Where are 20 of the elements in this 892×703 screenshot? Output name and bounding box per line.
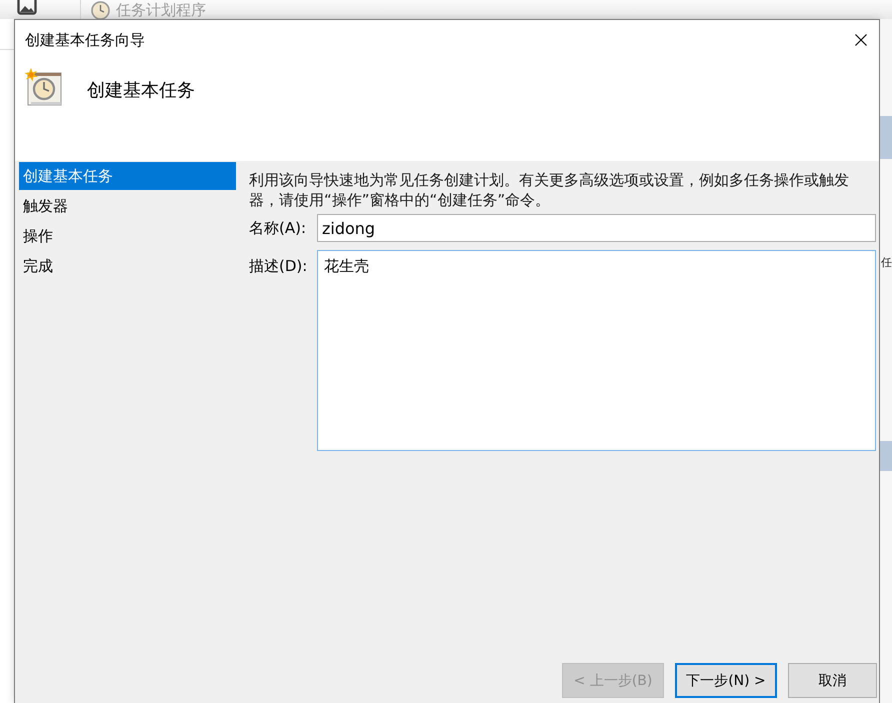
app-title: 任务计划程序 [116,2,206,19]
highlight-bar [880,441,892,471]
field-label: 名称(A): [249,218,308,238]
step-item[interactable]: 触发器 [19,192,236,220]
close-icon [855,34,867,46]
dialog-button[interactable]: 取消 [788,663,877,698]
dialog-title: 创建基本任务向导 [25,30,146,50]
field-label: 描述(D): [249,256,308,276]
highlight-bar [880,116,892,159]
dialog-button[interactable]: 下一步(N) > [675,663,777,698]
intro-text: 利用该向导快速地为常见任务创建计划。有关更多高级选项或设置，例如多任务操作或触发器，请使用“操作”窗格中的“创建任务”命令。 [249,170,850,210]
picture-icon[interactable] [17,0,37,15]
step-item[interactable]: 操作 [19,222,236,250]
step-item[interactable]: 完成 [19,252,236,280]
clock-page-icon [24,68,62,106]
background-text: 任 [880,256,892,270]
step-item[interactable]: 创建基本任务 [19,162,236,190]
description-field[interactable]: 花生壳 [317,250,876,451]
wizard-heading: 创建基本任务 [87,80,195,102]
name-field[interactable]: zidong [317,214,876,242]
